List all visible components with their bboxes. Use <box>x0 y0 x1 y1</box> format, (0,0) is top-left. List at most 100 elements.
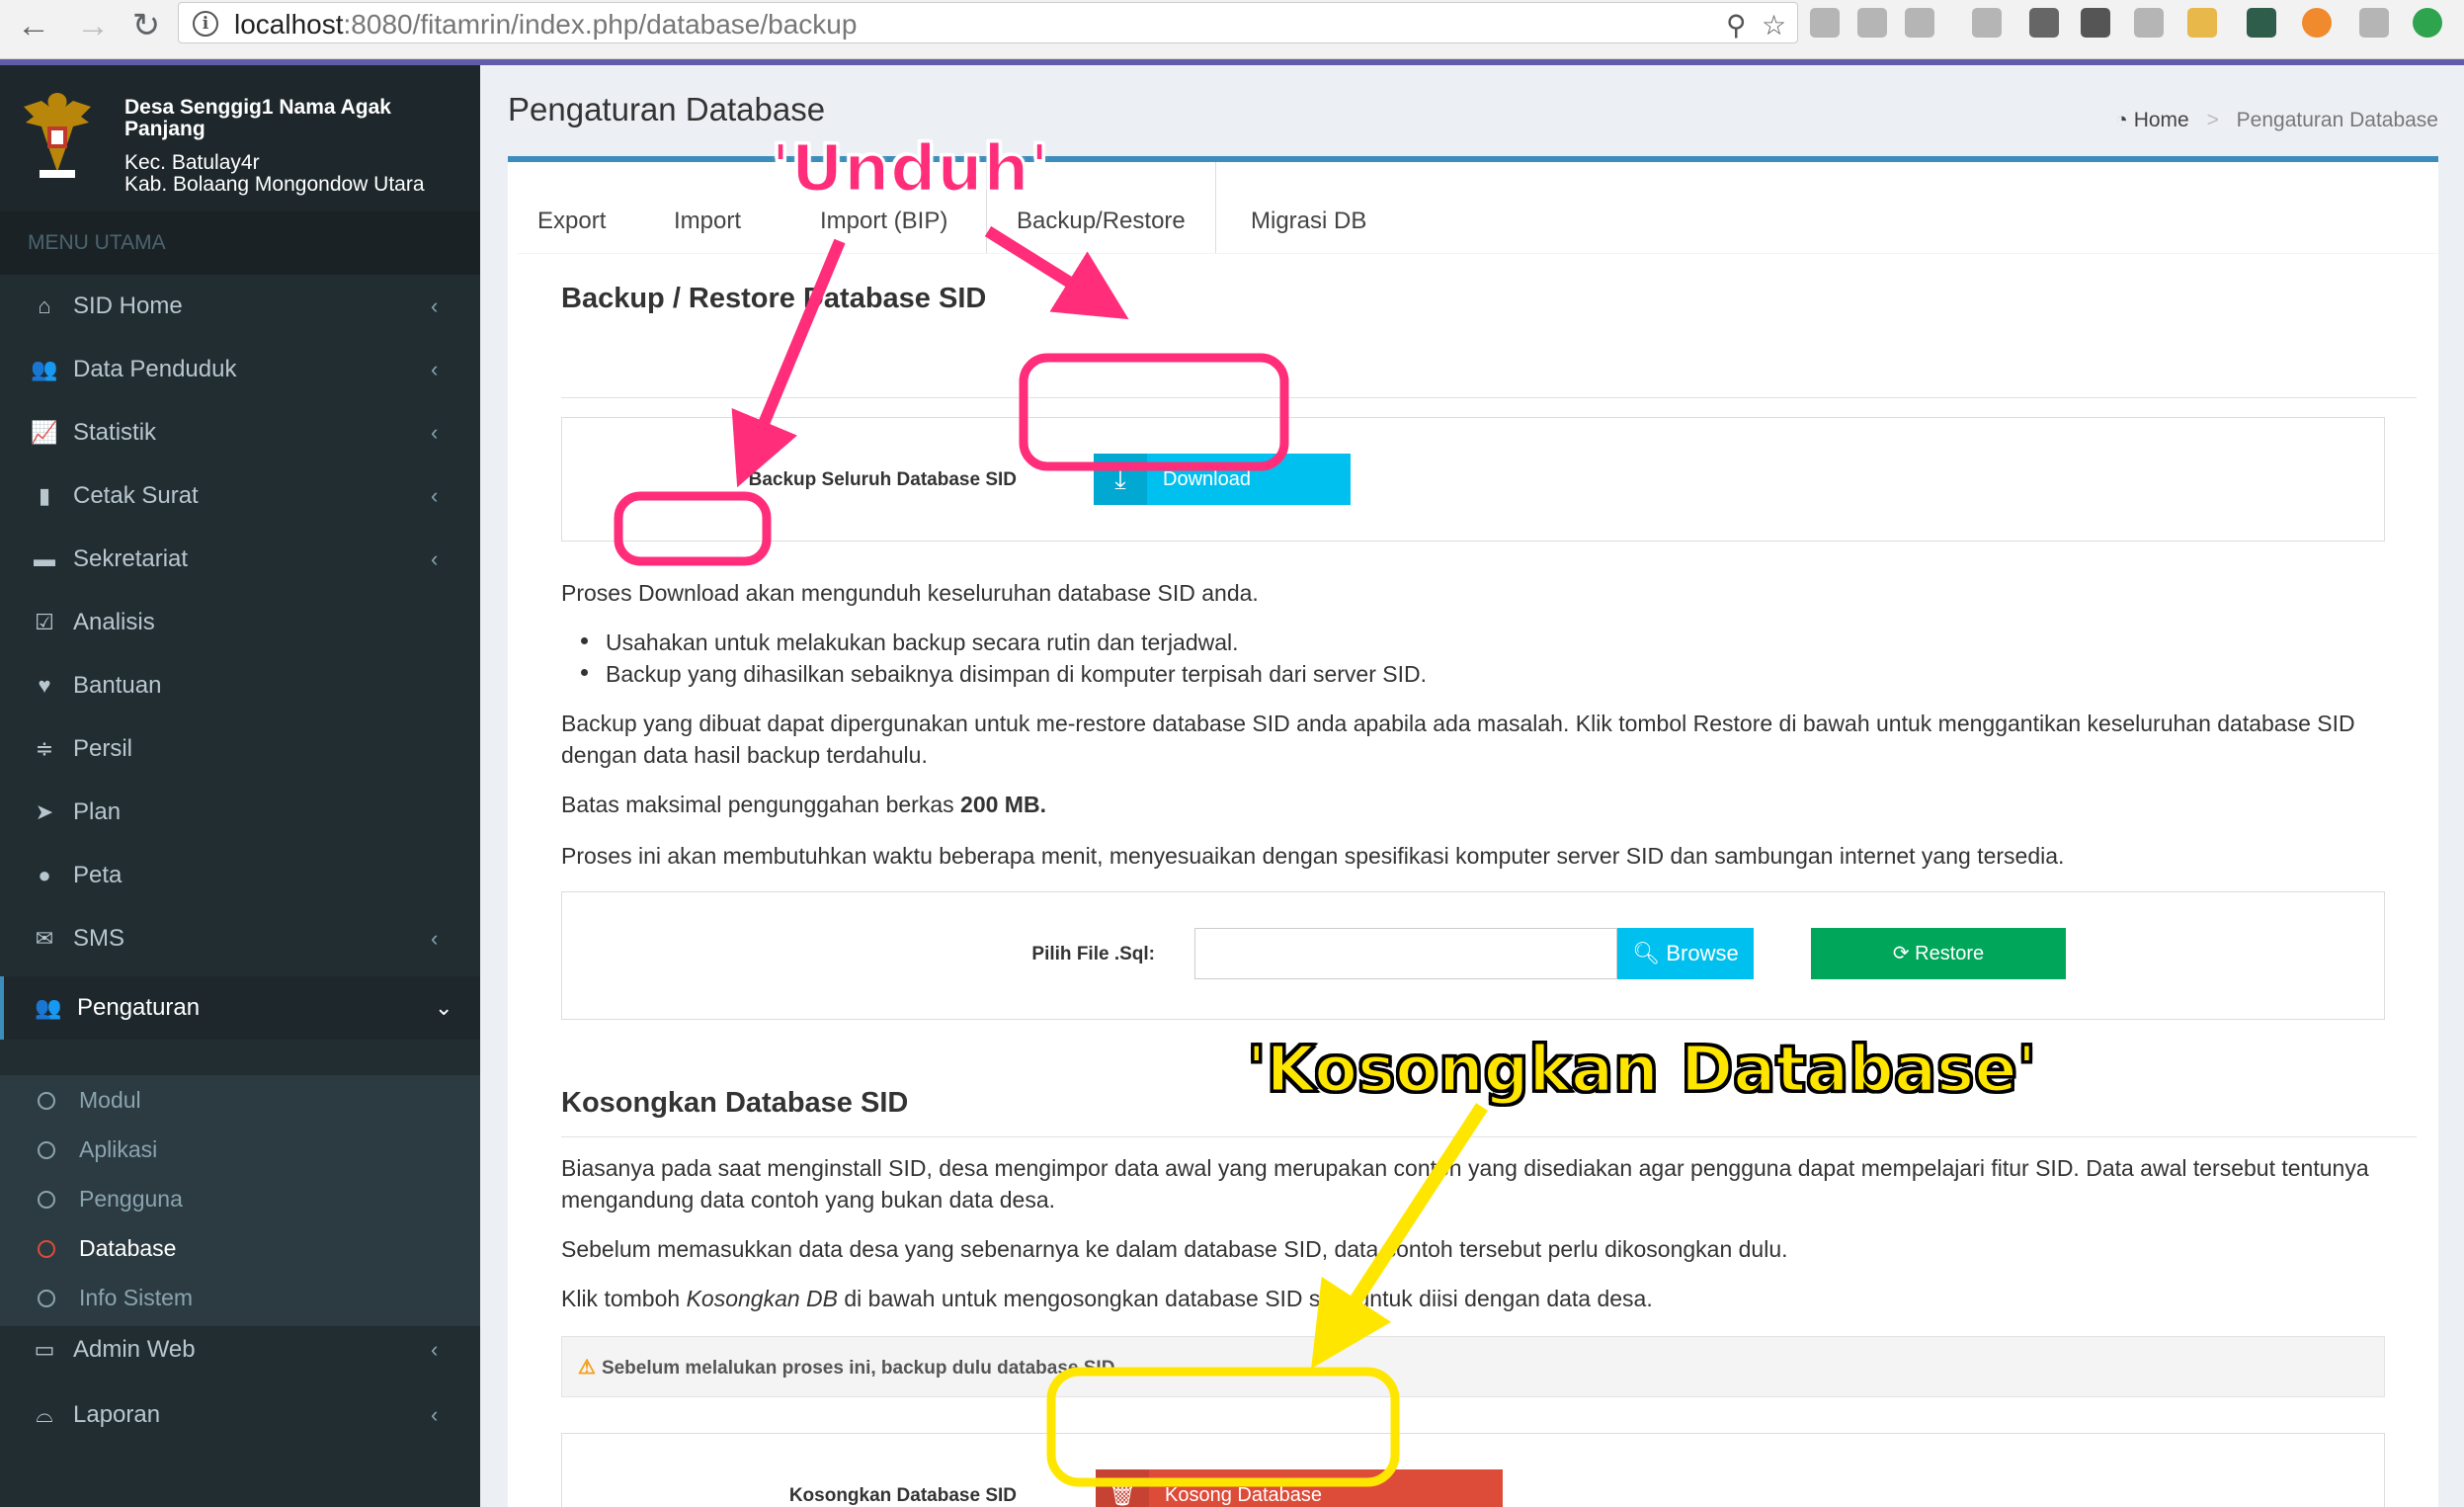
breadcrumb: ◔ Home > Pengaturan Database <box>2115 109 2438 132</box>
menu-header: MENU UTAMA <box>0 211 480 275</box>
kabupaten-label: Kab. Bolaang Mongondow Utara <box>124 173 425 196</box>
extension-icon[interactable] <box>2359 8 2389 38</box>
submenu-item-label: Aplikasi <box>79 1136 158 1162</box>
update-icon[interactable] <box>2413 8 2442 38</box>
backup-label: Backup Seluruh Database SID <box>748 469 1017 490</box>
submenu-item-modul[interactable]: Modul <box>0 1075 480 1125</box>
download-button[interactable]: ⤓ Download <box>1094 454 1351 505</box>
sidebar-item-label: Data Penduduk <box>73 356 237 382</box>
address-bar[interactable]: i localhost:8080/fitamrin/index.php/data… <box>178 2 1798 43</box>
sidebar-item-label: SID Home <box>73 293 183 319</box>
sidebar-item-label: Plan <box>73 798 122 825</box>
sql-file-input[interactable] <box>1194 928 1617 979</box>
download-button-label: Download <box>1163 468 1251 490</box>
breadcrumb-home[interactable]: Home <box>2134 109 2189 131</box>
kosongkan-description: Biasanya pada saat menginstall SID, desa… <box>561 1155 2369 1213</box>
backup-section-title: Backup / Restore Database SID <box>561 283 987 314</box>
file-label: Pilih File .Sql: <box>1031 944 1155 964</box>
extension-icon[interactable] <box>2134 8 2164 38</box>
sidebar-item-peta[interactable]: ● Peta <box>0 844 480 907</box>
home-icon: ⌂ <box>38 293 51 318</box>
sidebar-item-sms[interactable]: ✉ SMS ‹ <box>0 907 480 970</box>
sidebar-item-bantuan[interactable]: ♥ Bantuan <box>0 654 480 717</box>
trash-icon: 🗑︎ <box>1096 1469 1149 1507</box>
users-icon: 👥 <box>31 357 58 381</box>
page-title: Pengaturan Database <box>508 91 826 127</box>
sidebar-item-laporan[interactable]: ⌓ Laporan ‹ <box>0 1383 480 1447</box>
breadcrumb-separator: > <box>2206 109 2219 131</box>
github-icon[interactable] <box>2029 8 2059 38</box>
kosongkan-section-title: Kosongkan Database SID <box>561 1087 909 1119</box>
bookmark-star-icon[interactable]: ☆ <box>1762 9 1786 42</box>
sidebar-item-pengaturan[interactable]: 👥 Pengaturan ⌄ <box>0 976 480 1040</box>
chevron-left-icon: ‹ <box>431 420 439 445</box>
tab-divider <box>518 253 2438 254</box>
extension-icon[interactable] <box>1810 8 1840 38</box>
annotation-kosongkan: 'Kosongkan Database' <box>1245 1033 2037 1109</box>
kosongkan-panel: Kosongkan Database SID 🗑︎ Kosong Databas… <box>561 1433 2385 1507</box>
zoom-icon[interactable]: ⚲ <box>1726 9 1747 42</box>
sidebar-item-label: Bantuan <box>73 672 162 699</box>
browse-button[interactable]: 🔍︎ Browse <box>1617 928 1754 979</box>
tab-export[interactable]: Export <box>508 162 635 253</box>
dashboard-icon: ◔ <box>2115 109 2128 131</box>
submenu-item-database[interactable]: Database <box>0 1223 480 1273</box>
back-arrow-icon[interactable]: ← <box>14 6 53 45</box>
upload-limit: Batas maksimal pengunggahan berkas 200 M… <box>561 792 1046 817</box>
sidebar-item-data-penduduk[interactable]: 👥 Data Penduduk ‹ <box>0 338 480 401</box>
sidebar-item-persil[interactable]: ≑ Persil <box>0 717 480 781</box>
sidebar-item-cetak-surat[interactable]: ▮ Cetak Surat ‹ <box>0 464 480 528</box>
extension-icon[interactable] <box>2302 8 2332 38</box>
backup-intro: Proses Download akan mengunduh keseluruh… <box>561 580 1259 606</box>
submenu-item-label: Info Sistem <box>79 1285 194 1310</box>
lightbulb-icon[interactable] <box>2081 8 2110 38</box>
garuda-logo <box>24 93 91 178</box>
heart-icon: ♥ <box>38 673 51 698</box>
submenu-item-label: Pengguna <box>79 1186 183 1212</box>
restore-button-label: Restore <box>1915 943 1985 964</box>
check-square-icon: ☑ <box>35 610 54 634</box>
sidebar-item-label: Cetak Surat <box>73 482 199 509</box>
kosongkan-label: Kosongkan Database SID <box>788 1485 1017 1506</box>
sidebar-item-plan[interactable]: ➤ Plan <box>0 781 480 844</box>
breadcrumb-current: Pengaturan Database <box>2236 109 2438 131</box>
list-item: Usahakan untuk melakukan backup secara r… <box>581 627 1427 658</box>
section-divider <box>561 1136 2417 1137</box>
chevron-down-icon: ⌄ <box>435 995 453 1020</box>
extension-icon[interactable] <box>1905 8 1934 38</box>
sidebar-item-label: Peta <box>73 862 123 888</box>
sidebar-item-statistik[interactable]: 📈 Statistik ‹ <box>0 401 480 464</box>
archive-icon: ▬ <box>34 546 55 571</box>
village-name: Desa Senggig1 Nama Agak Panjang <box>124 96 391 140</box>
submenu-item-label: Database <box>79 1235 177 1261</box>
sidebar-item-sekretariat[interactable]: ▬ Sekretariat ‹ <box>0 528 480 591</box>
users-icon: 👥 <box>35 995 62 1020</box>
info-icon[interactable]: i <box>193 11 218 37</box>
forward-arrow-icon[interactable]: → <box>73 6 113 45</box>
pengaturan-submenu: Modul Aplikasi Pengguna Database Info Si… <box>0 1075 480 1326</box>
sidebar-item-sid-home[interactable]: ⌂ SID Home ‹ <box>0 275 480 338</box>
url-text: localhost:8080/fitamrin/index.php/databa… <box>234 9 857 41</box>
submenu-item-aplikasi[interactable]: Aplikasi <box>0 1125 480 1174</box>
submenu-item-pengguna[interactable]: Pengguna <box>0 1174 480 1223</box>
sidebar-item-analisis[interactable]: ☑ Analisis <box>0 591 480 654</box>
extension-icon[interactable] <box>2247 8 2276 38</box>
submenu-item-info-sistem[interactable]: Info Sistem <box>0 1273 480 1322</box>
sidebar-item-label: SMS <box>73 925 125 952</box>
reload-icon[interactable]: ↻ <box>126 6 166 45</box>
sidebar: Desa Senggig1 Nama Agak Panjang Kec. Bat… <box>0 65 480 1507</box>
restore-button[interactable]: ⟳ Restore <box>1811 928 2066 979</box>
section-divider <box>561 397 2417 398</box>
location-arrow-icon: ➤ <box>35 799 54 824</box>
warning-text: Sebelum melalukan proses ini, backup dul… <box>601 1358 1120 1379</box>
sidebar-item-admin-web[interactable]: ▭ Admin Web ‹ <box>0 1318 480 1381</box>
kosong-database-button-label: Kosong Database <box>1165 1484 1323 1506</box>
chevron-left-icon: ‹ <box>431 483 439 508</box>
extension-icon[interactable] <box>1972 8 2002 38</box>
tab-migrasi-db[interactable]: Migrasi DB <box>1221 162 1396 253</box>
sidebar-item-label: Admin Web <box>73 1336 196 1363</box>
extension-icon[interactable] <box>2187 8 2217 38</box>
mail-icon[interactable] <box>1857 8 1887 38</box>
kosong-database-button[interactable]: 🗑︎ Kosong Database <box>1096 1469 1503 1507</box>
tab-import[interactable]: Import <box>644 162 771 253</box>
